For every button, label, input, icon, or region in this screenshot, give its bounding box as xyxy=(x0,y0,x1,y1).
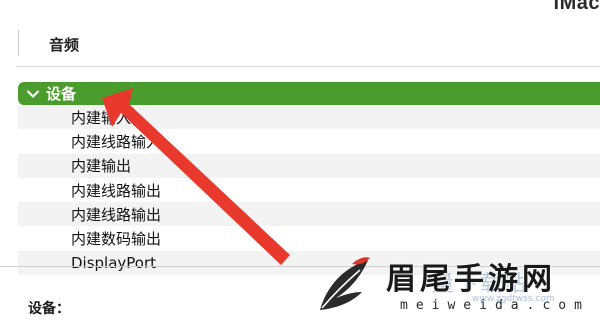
tree-row-built-in-line-output-2[interactable]: 内建线路输出 xyxy=(18,202,600,227)
device-tree: 设备 内建输入 内建线路输入 内建输出 内建线路输出 内建线路输出 内建数码输出… xyxy=(18,82,600,276)
feather-logo-icon xyxy=(320,257,370,310)
detail-label: 设备： xyxy=(28,301,70,317)
tree-row-built-in-line-input[interactable]: 内建线路输入 xyxy=(18,129,600,154)
tree-rows: 内建输入 内建线路输入 内建输出 内建线路输出 内建线路输出 内建数码输出 Di… xyxy=(18,105,600,276)
watermark: 量下载站 www.zgdtwss.com 眉尾手游网 meiweida.com xyxy=(312,252,600,322)
section-header: 音频 xyxy=(49,36,80,54)
watermark-title: 眉尾手游网 xyxy=(386,262,556,297)
top-divider xyxy=(16,66,600,67)
tree-row-built-in-input[interactable]: 内建输入 xyxy=(18,105,600,130)
tree-group-label: 设备 xyxy=(46,85,77,103)
watermark-url: meiweida.com xyxy=(400,298,590,313)
tree-group-devices[interactable]: 设备 xyxy=(18,82,600,105)
window-title: iMac xyxy=(553,0,600,14)
left-edge-line xyxy=(18,30,19,56)
tree-row-built-in-output[interactable]: 内建输出 xyxy=(18,153,600,178)
chevron-down-icon[interactable] xyxy=(26,87,40,101)
tree-row-built-in-line-output[interactable]: 内建线路输出 xyxy=(18,177,600,203)
tree-row-built-in-digital-output[interactable]: 内建数码输出 xyxy=(18,226,600,251)
